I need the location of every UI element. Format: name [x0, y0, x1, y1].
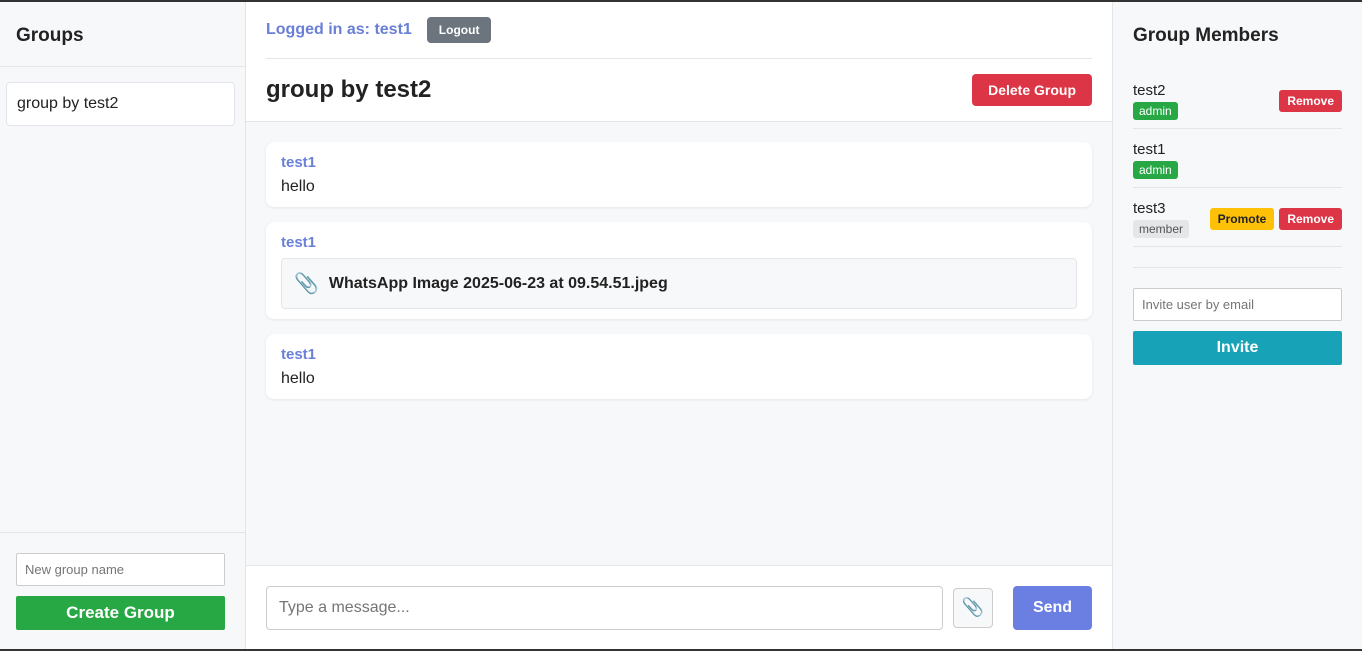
message-input[interactable] — [266, 585, 943, 630]
members-panel: Group Members test2 admin Remove test1 a… — [1112, 2, 1362, 649]
member-row: test1 admin — [1133, 129, 1342, 188]
member-name: test3 — [1133, 199, 1166, 217]
chat-header: Logged in as: test1 Logout group by test… — [246, 2, 1112, 122]
message-author: test1 — [281, 154, 317, 171]
group-item[interactable]: group by test2 — [6, 82, 235, 126]
member-row: test3 member Promote Remove — [1133, 188, 1342, 247]
promote-member-button[interactable]: Promote — [1209, 207, 1275, 230]
message-composer: 📎 Send — [246, 565, 1112, 649]
attachment-link[interactable]: 📎 WhatsApp Image 2025-06-23 at 09.54.51.… — [281, 258, 1077, 309]
logged-in-label: Logged in as: test1 — [266, 21, 412, 38]
remove-member-button[interactable]: Remove — [1279, 89, 1342, 112]
send-button[interactable]: Send — [1013, 585, 1092, 630]
member-row: test2 admin Remove — [1133, 70, 1342, 129]
title-row: group by test2 Delete Group — [266, 59, 1092, 121]
logout-button[interactable]: Logout — [426, 17, 492, 43]
invite-email-input[interactable] — [1133, 288, 1342, 321]
groups-heading: Groups — [0, 2, 245, 67]
role-badge: admin — [1133, 160, 1178, 179]
attachment-filename: WhatsApp Image 2025-06-23 at 09.54.51.jp… — [328, 274, 668, 292]
message: test1 hello — [266, 334, 1092, 399]
invite-button[interactable]: Invite — [1133, 331, 1342, 365]
group-list: group by test2 — [0, 67, 245, 532]
group-title: group by test2 — [266, 76, 432, 103]
groups-sidebar: Groups group by test2 Create Group — [0, 2, 246, 649]
message-text: hello — [281, 178, 315, 195]
paperclip-icon: 📎 — [961, 597, 985, 617]
member-name: test2 — [1133, 81, 1166, 99]
paperclip-icon: 📎 — [294, 273, 319, 295]
message-author: test1 — [281, 234, 317, 251]
create-group-button[interactable]: Create Group — [16, 596, 225, 630]
message: test1 hello — [266, 142, 1092, 207]
attach-button[interactable]: 📎 — [953, 587, 993, 628]
create-group-form: Create Group — [0, 532, 245, 649]
message: test1 📎 WhatsApp Image 2025-06-23 at 09.… — [266, 222, 1092, 319]
delete-group-button[interactable]: Delete Group — [972, 74, 1092, 106]
role-badge: member — [1133, 219, 1190, 238]
message-author: test1 — [281, 346, 317, 363]
message-text: hello — [281, 370, 315, 387]
login-row: Logged in as: test1 Logout — [266, 2, 1092, 59]
new-group-input[interactable] — [16, 553, 225, 586]
role-badge: admin — [1133, 101, 1178, 120]
chat-area: Logged in as: test1 Logout group by test… — [246, 2, 1112, 649]
members-heading: Group Members — [1133, 25, 1279, 46]
message-list: test1 hello test1 📎 WhatsApp Image 2025-… — [246, 122, 1112, 565]
remove-member-button[interactable]: Remove — [1279, 207, 1342, 230]
invite-form: Invite — [1133, 267, 1342, 365]
member-name: test1 — [1133, 140, 1166, 158]
app: Groups group by test2 Create Group Logge… — [0, 2, 1362, 649]
